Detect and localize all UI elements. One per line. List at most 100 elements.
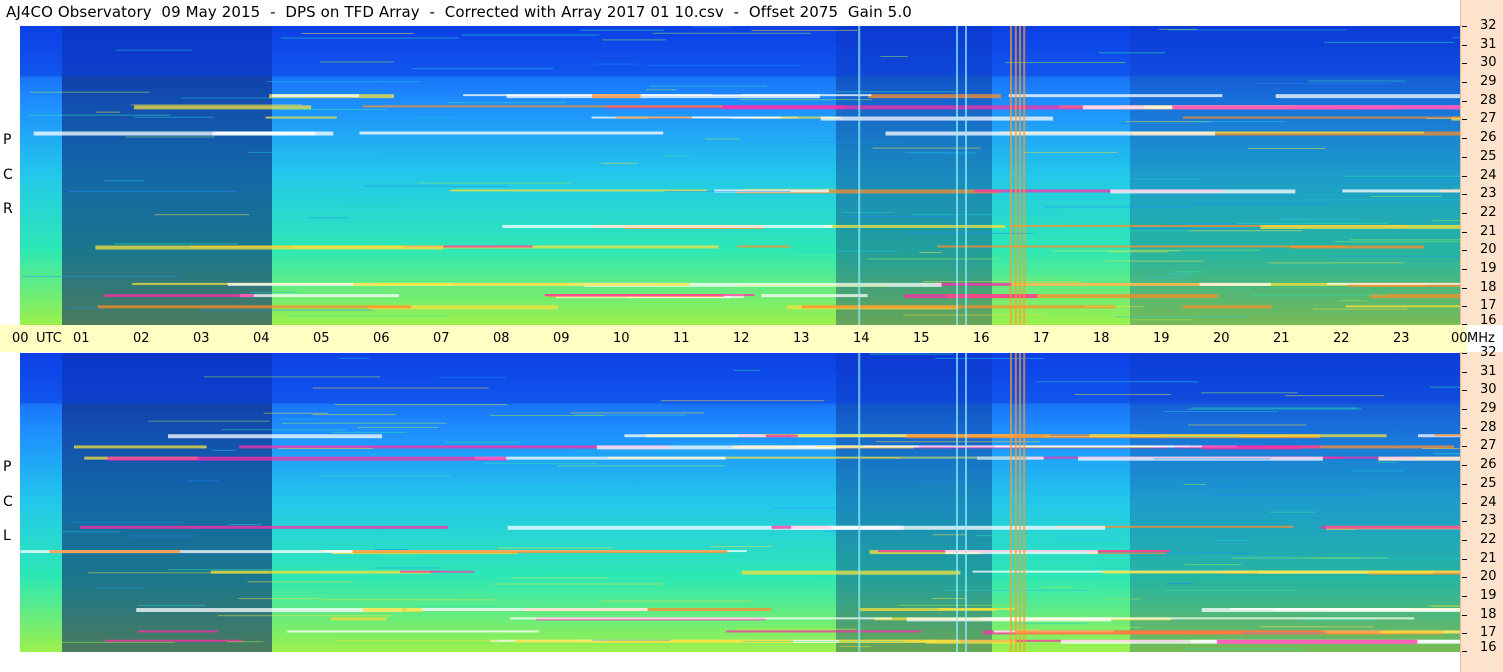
speckle-line bbox=[601, 162, 638, 164]
band-segment bbox=[352, 550, 728, 554]
speckle-line bbox=[836, 91, 958, 93]
band-segment bbox=[906, 617, 1112, 622]
speckle-line bbox=[593, 63, 639, 65]
lcp-freq-label: 27 bbox=[1480, 438, 1497, 453]
band-segment bbox=[596, 445, 837, 450]
speckle-line bbox=[1095, 567, 1143, 569]
speckle-line bbox=[69, 521, 185, 523]
band-segment bbox=[1202, 445, 1300, 450]
speckle-line bbox=[301, 32, 414, 34]
speckle-line bbox=[1167, 583, 1194, 585]
band-segment bbox=[474, 456, 726, 460]
speckle-line bbox=[461, 34, 600, 36]
speckle-line bbox=[203, 376, 381, 378]
speckle-line bbox=[221, 429, 347, 431]
speckle-line bbox=[238, 598, 319, 600]
speckle-line bbox=[343, 199, 404, 201]
speckle-line bbox=[1107, 251, 1168, 253]
band-segment bbox=[1434, 434, 1460, 437]
band-segment bbox=[824, 224, 1006, 228]
vertical-interference-line bbox=[858, 353, 861, 652]
mhz-axis-unit: MHz bbox=[1467, 331, 1495, 346]
utc-tick-label: 23 bbox=[1393, 331, 1410, 346]
speckle-line bbox=[823, 530, 845, 532]
speckle-line bbox=[690, 26, 731, 28]
speckle-line bbox=[247, 151, 381, 153]
band-segment bbox=[544, 294, 755, 297]
speckle-line bbox=[795, 250, 898, 252]
speckle-line bbox=[130, 104, 302, 106]
speckle-line bbox=[1136, 435, 1285, 437]
speckle-line bbox=[760, 433, 885, 435]
speckle-line bbox=[663, 155, 691, 157]
speckle-line bbox=[804, 141, 904, 143]
speckle-line bbox=[263, 412, 328, 414]
speckle-line bbox=[1270, 511, 1316, 513]
speckle-line bbox=[543, 235, 578, 237]
speckle-line bbox=[923, 281, 1082, 283]
speckle-line bbox=[1247, 147, 1326, 149]
speckle-line bbox=[872, 147, 981, 149]
band-segment bbox=[1216, 639, 1418, 644]
utc-tick-label: 19 bbox=[1153, 331, 1170, 346]
speckle-line bbox=[1237, 222, 1388, 224]
rcp-spectrogram bbox=[20, 26, 1460, 325]
band-segment bbox=[1172, 105, 1460, 110]
speckle-line bbox=[1432, 219, 1460, 221]
speckle-line bbox=[660, 400, 825, 402]
rcp-freq-label: 29 bbox=[1480, 74, 1497, 89]
speckle-line bbox=[266, 81, 421, 83]
lcp-freq-label: 21 bbox=[1480, 551, 1497, 566]
rcp-freq-tick bbox=[1462, 232, 1467, 233]
speckle-line bbox=[592, 639, 671, 641]
speckle-line bbox=[1084, 306, 1143, 308]
lcp-freq-tick bbox=[1462, 577, 1467, 578]
band-segment bbox=[406, 608, 648, 612]
utc-tick-label: 21 bbox=[1273, 331, 1290, 346]
speckle-line bbox=[649, 85, 768, 87]
utc-tick-label: 16 bbox=[973, 331, 990, 346]
speckle-line bbox=[65, 307, 99, 309]
rcp-freq-tick bbox=[1462, 250, 1467, 251]
vertical-interference-line bbox=[956, 26, 958, 325]
speckle-line bbox=[295, 487, 408, 489]
speckle-line bbox=[1068, 178, 1201, 180]
speckle-line bbox=[154, 214, 250, 216]
utc-tick-label: 18 bbox=[1093, 331, 1110, 346]
speckle-line bbox=[168, 569, 320, 571]
speckle-line bbox=[1098, 552, 1235, 554]
lcp-freq-tick bbox=[1462, 633, 1467, 634]
speckle-line bbox=[1302, 619, 1375, 621]
rcp-freq-tick bbox=[1462, 288, 1467, 289]
speckle-line bbox=[1109, 598, 1141, 600]
utc-tick-label: 02 bbox=[133, 331, 150, 346]
rcp-freq-label: 18 bbox=[1480, 280, 1497, 295]
speckle-line bbox=[1129, 249, 1261, 251]
speckle-line bbox=[62, 531, 120, 533]
speckle-line bbox=[1352, 470, 1404, 472]
speckle-line bbox=[439, 376, 506, 378]
rcp-freq-tick bbox=[1462, 194, 1467, 195]
utc-tick-label: 17 bbox=[1033, 331, 1050, 346]
speckle-line bbox=[217, 615, 392, 617]
speckle-line bbox=[1323, 41, 1455, 43]
speckle-line bbox=[645, 89, 677, 91]
speckle-line bbox=[1371, 195, 1442, 197]
speckle-line bbox=[1189, 230, 1303, 232]
speckle-line bbox=[1154, 458, 1271, 460]
band-segment bbox=[1110, 189, 1296, 194]
speckle-line bbox=[1201, 392, 1298, 394]
speckle-line bbox=[733, 369, 760, 371]
speckle-line bbox=[312, 414, 396, 416]
vertical-interference-line bbox=[1014, 26, 1017, 325]
speckle-line bbox=[751, 29, 859, 31]
speckle-line bbox=[334, 404, 508, 406]
speckle-line bbox=[1425, 118, 1460, 120]
rcp-freq-label: 19 bbox=[1480, 261, 1497, 276]
speckle-line bbox=[212, 450, 236, 452]
band-segment bbox=[137, 630, 218, 633]
speckle-line bbox=[1099, 52, 1166, 54]
rcp-freq-tick bbox=[1462, 213, 1467, 214]
utc-tick-label: 00 bbox=[12, 331, 29, 346]
speckle-line bbox=[737, 285, 889, 287]
